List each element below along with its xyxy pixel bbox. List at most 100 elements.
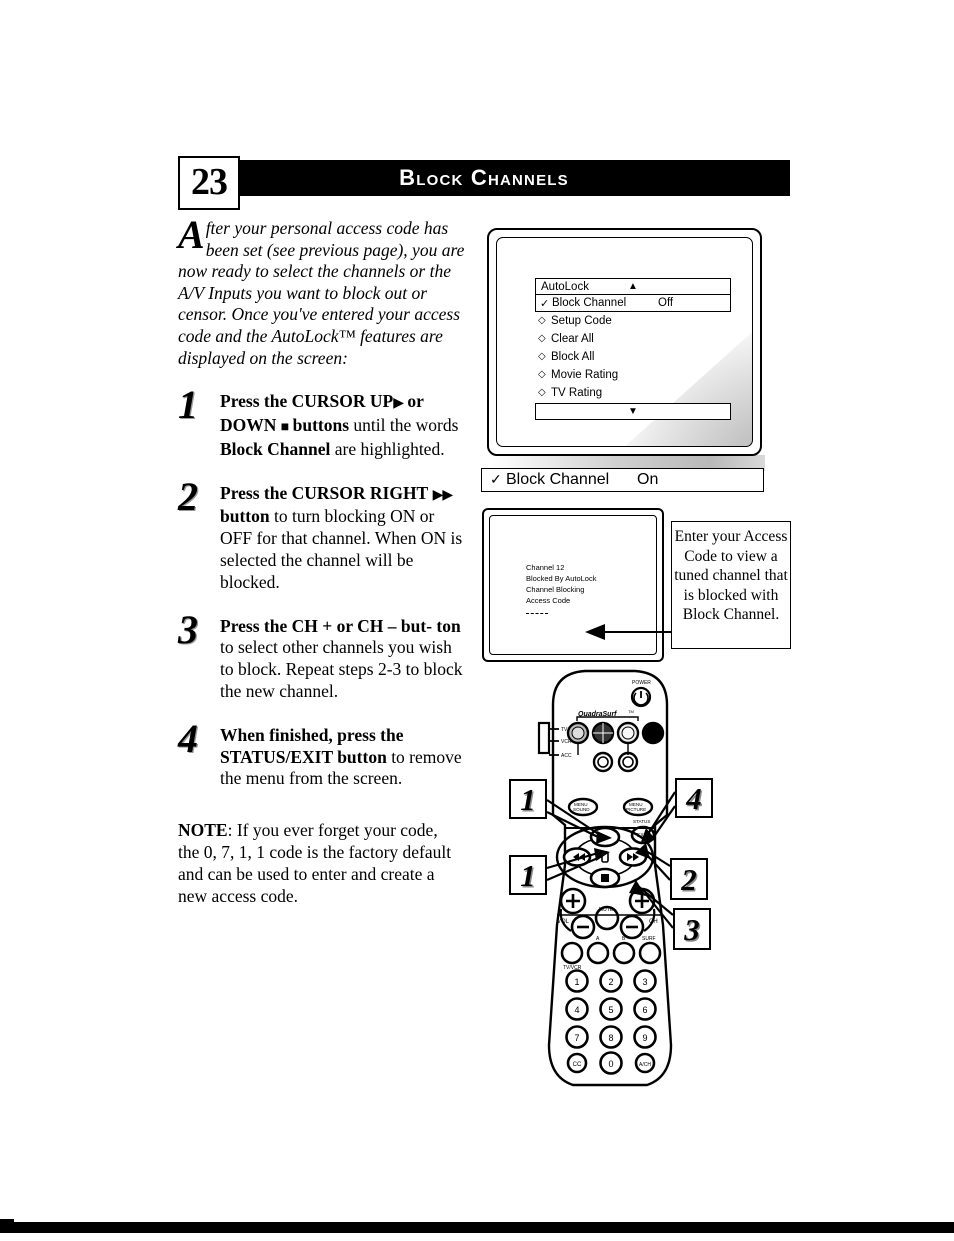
- remote-label-status: STATUS: [633, 819, 650, 824]
- callout-arrow-head-icon: [585, 624, 605, 640]
- blocked-osd-line-1: Channel 12: [526, 563, 565, 572]
- step-2-lead2: button: [220, 506, 270, 527]
- step-3-lead: Press the CH + or CH – but-: [220, 615, 433, 636]
- step-3: 3 Press the CH + or CH – but- ton to sel…: [178, 609, 468, 703]
- step-4-body: When finished, press the STATUS/EXIT but…: [220, 725, 468, 790]
- page-number: 23: [191, 161, 228, 203]
- remote-label-sound: SOUND: [573, 807, 590, 812]
- keypad-7: 7: [574, 1033, 579, 1043]
- diamond-icon: ◇: [538, 333, 546, 344]
- keypad-ach: A/CH: [639, 1062, 651, 1068]
- diamond-icon: ◇: [538, 369, 546, 380]
- blocked-channel-osd-text: Channel 12 Blocked By AutoLock Channel B…: [526, 562, 596, 606]
- diamond-icon: ◇: [538, 315, 546, 326]
- tv-screen-blocked-channel: Channel 12 Blocked By AutoLock Channel B…: [482, 508, 664, 662]
- cursor-down-icon: ■: [280, 419, 290, 435]
- callout-box-1-down: 1: [509, 855, 547, 895]
- callout-note-box: Enter your Access Code to view a tuned c…: [671, 521, 791, 649]
- check-icon: ✓: [490, 471, 502, 487]
- osd-item-clear-all-label: Clear All: [551, 333, 594, 345]
- callout-box-2: 2: [670, 858, 708, 900]
- on-bar-label: Block Channel: [506, 471, 610, 488]
- step-1: 1 Press the CURSOR UP▶ or DOWN ■ buttons…: [178, 385, 468, 460]
- note-label: NOTE: [178, 820, 228, 841]
- osd-item-movie-rating[interactable]: ◇ Movie Rating: [535, 366, 731, 384]
- step-1-rest: until the words: [349, 414, 459, 435]
- check-icon: ✓: [540, 298, 550, 310]
- step-1-tail: are highlighted.: [330, 438, 445, 459]
- osd-item-setup-code[interactable]: ◇ Setup Code: [535, 312, 731, 330]
- step-3-lead2: ton: [436, 615, 461, 636]
- step-4-number: 4: [178, 715, 198, 761]
- callout-text: Enter your Access Code to view a tuned c…: [674, 528, 788, 623]
- instructions-column: After your personal access code has been…: [178, 212, 468, 907]
- osd-item-block-all[interactable]: ◇ Block All: [535, 348, 731, 366]
- intro-text: fter your personal access code has been …: [178, 218, 465, 368]
- cursor-up-icon: ▶: [393, 396, 404, 412]
- osd-item-tv-rating-label: TV Rating: [551, 387, 603, 399]
- remote-label-vol: VOL: [557, 919, 570, 925]
- keypad-8: 8: [608, 1033, 613, 1043]
- page-bottom-corner-mark: [0, 1219, 14, 1233]
- osd-autolock-menu: AutoLock ▲ ✓ Block Channel Off ◇ Setup C…: [535, 278, 731, 420]
- intro-dropcap: A: [178, 212, 205, 257]
- osd-item-clear-all[interactable]: ◇ Clear All: [535, 330, 731, 348]
- remote-label-ch: CH: [649, 919, 658, 925]
- step-1-mid: or: [403, 391, 424, 412]
- keypad-9: 9: [642, 1033, 647, 1043]
- osd-scroll-down-row[interactable]: ▼: [535, 403, 731, 420]
- keypad-0: 0: [608, 1059, 613, 1069]
- osd-item-movie-rating-label: Movie Rating: [551, 369, 619, 381]
- chevron-up-icon[interactable]: ▲: [628, 282, 638, 292]
- remote-label-picture: PICTURE: [626, 807, 646, 812]
- cursor-right-icon: ▶▶: [432, 487, 454, 503]
- access-code-dashes: [526, 613, 548, 614]
- callout-arrow-line: [603, 631, 672, 634]
- chevron-down-icon[interactable]: ▼: [628, 407, 638, 417]
- page-header-band: Block Channels: [178, 160, 790, 196]
- osd-item-block-all-label: Block All: [551, 351, 595, 363]
- diamond-icon: ◇: [538, 351, 546, 362]
- remote-label-acc: ACC: [561, 753, 572, 759]
- osd-scroll-up-row[interactable]: AutoLock ▲: [535, 278, 731, 295]
- page-number-badge: 23: [178, 156, 240, 210]
- step-1-lead3: buttons: [292, 414, 350, 435]
- intro-paragraph: After your personal access code has been…: [178, 212, 468, 369]
- blocked-osd-line-2: Blocked By AutoLock: [526, 574, 597, 583]
- remote-label-surf: SURF: [642, 936, 656, 942]
- remote-label-mute: MUTE: [599, 907, 614, 913]
- tv-screen-inner-bezel: AutoLock ▲ ✓ Block Channel Off ◇ Setup C…: [496, 237, 753, 447]
- osd-item-block-channel-value: Off: [658, 297, 674, 309]
- step-1-lead2: DOWN: [220, 414, 277, 435]
- step-2-body: Press the CURSOR RIGHT ▶▶ button to turn…: [220, 483, 468, 594]
- step-2: 2 Press the CURSOR RIGHT ▶▶ button to tu…: [178, 476, 468, 594]
- step-2-lead: Press the CURSOR RIGHT: [220, 482, 429, 503]
- osd-item-block-channel-label: Block Channel: [552, 297, 627, 309]
- blocked-osd-line-3: Channel Blocking: [526, 585, 585, 594]
- remote-brand-tm: TM: [628, 709, 634, 714]
- osd-item-block-channel[interactable]: ✓ Block Channel Off: [535, 295, 731, 312]
- step-1-emph: Block Channel: [220, 438, 331, 459]
- step-4-lead: When finished, press the: [220, 724, 404, 745]
- step-1-body: Press the CURSOR UP▶ or DOWN ■ buttons u…: [220, 391, 468, 460]
- step-1-lead: Press the CURSOR UP: [220, 391, 394, 412]
- callout-box-3: 3: [673, 908, 711, 950]
- keypad-4: 4: [574, 1005, 579, 1015]
- step-3-rest: to select other channels you wish to blo…: [220, 637, 463, 701]
- remote-label-a: A: [596, 936, 600, 942]
- keypad-2: 2: [608, 977, 613, 987]
- osd-item-setup-code-label: Setup Code: [551, 315, 612, 327]
- step-3-number: 3: [178, 606, 198, 652]
- keypad-5: 5: [608, 1005, 613, 1015]
- step-4: 4 When finished, press the STATUS/EXIT b…: [178, 718, 468, 790]
- step-1-number: 1: [178, 382, 198, 428]
- callout-box-4: 4: [675, 778, 713, 818]
- keypad-cc: CC: [573, 1062, 582, 1068]
- osd-menu-title: AutoLock: [541, 281, 589, 293]
- on-bar-value: On: [637, 471, 659, 488]
- blocked-osd-line-4: Access Code: [526, 596, 571, 605]
- remote-label-power: POWER: [632, 680, 651, 686]
- osd-item-tv-rating[interactable]: ◇ TV Rating: [535, 384, 731, 402]
- callout-box-1-up: 1: [509, 779, 547, 819]
- step-4-lead2: STATUS/EXIT button: [220, 746, 387, 767]
